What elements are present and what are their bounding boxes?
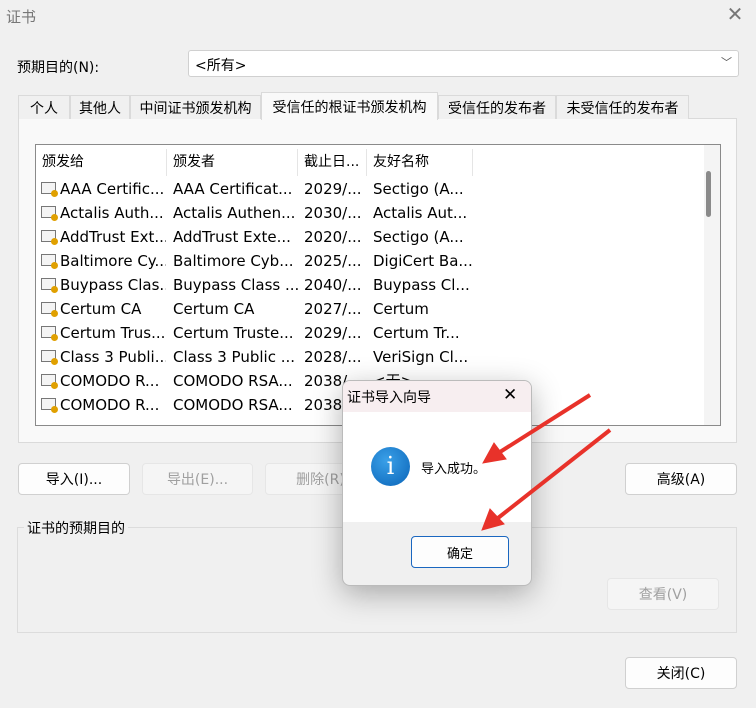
arrow-head-icon: [482, 442, 507, 464]
arrow-to-message: [498, 393, 592, 454]
arrow-head-icon: [481, 508, 505, 531]
annotation-arrows: [481, 393, 612, 531]
